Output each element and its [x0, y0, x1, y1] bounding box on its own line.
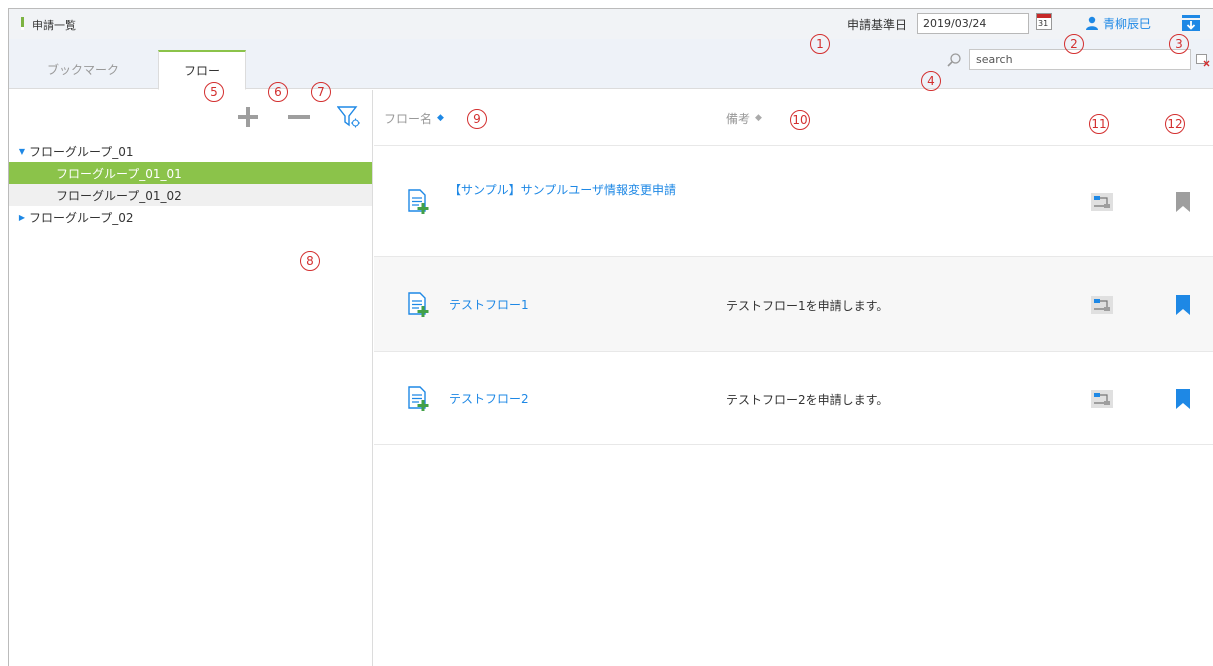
filter-icon[interactable] — [337, 105, 361, 129]
callout-2: 2 — [1064, 34, 1084, 54]
new-application-icon[interactable] — [406, 189, 430, 215]
flow-group-panel: ▼ フローグループ_01 フローグループ_01_01 フローグループ_01_02… — [9, 90, 373, 666]
flow-row: テストフロー1 テストフロー1を申請します。 — [374, 257, 1213, 352]
title-bar: 申請一覧 申請基準日 31 青柳辰巳 — [9, 9, 1213, 39]
callout-1: 1 — [810, 34, 830, 54]
column-header-flow-name[interactable]: フロー名 ◆ — [384, 110, 444, 127]
callout-9: 9 — [467, 109, 487, 129]
basedate-input[interactable] — [917, 13, 1029, 34]
expanded-caret-icon[interactable]: ▼ — [9, 147, 29, 156]
tab-flow[interactable]: フロー — [158, 50, 246, 90]
route-map-icon[interactable] — [1090, 192, 1114, 212]
callout-8: 8 — [300, 251, 320, 271]
sort-icon: ◆ — [755, 113, 762, 123]
callout-3: 3 — [1169, 34, 1189, 54]
callout-7: 7 — [311, 82, 331, 102]
tree-item-01-01[interactable]: フローグループ_01_01 — [9, 162, 372, 184]
flow-name-link[interactable]: テストフロー1 — [449, 295, 689, 315]
calendar-day-label: 31 — [1038, 19, 1049, 28]
route-map-icon[interactable] — [1090, 295, 1114, 315]
callout-11: 11 — [1089, 114, 1109, 134]
flow-name-link[interactable]: 【サンプル】サンプルユーザ情報変更申請 — [449, 180, 689, 200]
app-frame: 申請一覧 申請基準日 31 青柳辰巳 ブックマーク フロー — [8, 8, 1213, 666]
search-input[interactable] — [969, 49, 1191, 70]
flow-note: テストフロー2を申請します。 — [726, 393, 889, 407]
bookmark-on-icon[interactable] — [1175, 294, 1191, 316]
route-map-icon[interactable] — [1090, 389, 1114, 409]
download-icon[interactable] — [1181, 13, 1201, 33]
user-name: 青柳辰巳 — [1103, 16, 1152, 31]
add-group-icon[interactable] — [236, 105, 260, 129]
bookmark-off-icon[interactable] — [1175, 191, 1191, 213]
callout-10: 10 — [790, 110, 810, 130]
user-link[interactable]: 青柳辰巳 — [1085, 13, 1151, 33]
collapsed-caret-icon[interactable]: ▶ — [9, 213, 29, 222]
tab-bookmark[interactable]: ブックマーク — [9, 50, 157, 89]
search-icon — [947, 53, 961, 67]
callout-6: 6 — [268, 82, 288, 102]
calendar-icon[interactable]: 31 — [1036, 13, 1052, 30]
tab-bar: ブックマーク フロー — [9, 39, 1213, 90]
callout-5: 5 — [204, 82, 224, 102]
tree-group-label: フローグループ_01 — [29, 144, 134, 159]
flow-list-panel: フロー名 ◆ 備考 ◆ 【サンプル】サンプルユーザ情報変更申請 テストフロー1 … — [374, 90, 1213, 666]
tree-group-02[interactable]: ▶ フローグループ_02 — [9, 206, 372, 228]
callout-4: 4 — [921, 71, 941, 91]
title-marker-icon — [21, 17, 24, 30]
flow-group-tree: ▼ フローグループ_01 フローグループ_01_01 フローグループ_01_02… — [9, 140, 372, 228]
sort-icon: ◆ — [437, 113, 444, 123]
search-clear-icon[interactable] — [1196, 53, 1210, 67]
basedate-label: 申請基準日 — [847, 18, 908, 32]
tree-group-label: フローグループ_02 — [29, 210, 134, 225]
flow-row: テストフロー2 テストフロー2を申請します。 — [374, 352, 1213, 445]
page-title: 申請一覧 — [32, 19, 76, 32]
new-application-icon[interactable] — [406, 292, 430, 318]
flow-name-link[interactable]: テストフロー2 — [449, 389, 689, 409]
callout-12: 12 — [1165, 114, 1185, 134]
bookmark-on-icon[interactable] — [1175, 388, 1191, 410]
column-header-note[interactable]: 備考 ◆ — [726, 110, 762, 127]
flow-row: 【サンプル】サンプルユーザ情報変更申請 — [374, 147, 1213, 257]
tree-group-01[interactable]: ▼ フローグループ_01 — [9, 140, 372, 162]
column-header-label: フロー名 — [384, 112, 433, 126]
user-icon — [1086, 16, 1098, 30]
tree-item-01-02[interactable]: フローグループ_01_02 — [9, 184, 372, 206]
remove-group-icon[interactable] — [287, 105, 311, 129]
flow-note: テストフロー1を申請します。 — [726, 299, 889, 313]
column-header-label: 備考 — [726, 112, 751, 126]
new-application-icon[interactable] — [406, 386, 430, 412]
